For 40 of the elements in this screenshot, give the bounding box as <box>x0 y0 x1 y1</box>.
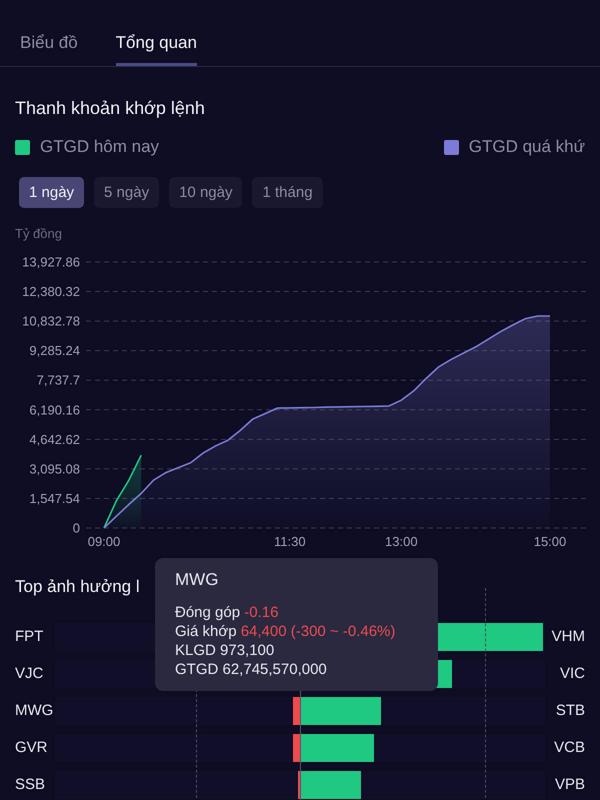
legend-label: GTGD quá khứ <box>468 137 585 157</box>
stock-symbol: GVR <box>15 739 49 756</box>
y-tick-label: 7,737.7 <box>36 372 80 388</box>
section-title: Top ảnh hưởng l <box>15 576 140 598</box>
tooltip-line: Giá khớp 64,400 (-300 ~ -0.46%) <box>175 622 396 641</box>
period-button[interactable]: 5 ngày <box>94 177 160 208</box>
x-tick-label: 11:30 <box>274 534 306 549</box>
stock-symbol: VHM <box>550 628 585 645</box>
stock-symbol: MWG <box>15 702 54 719</box>
y-tick-label: 0 <box>72 520 80 536</box>
y-tick-label: 4,642.62 <box>29 432 80 447</box>
tooltip-title: MWG <box>175 570 220 590</box>
stock-symbol: VPB <box>554 776 585 793</box>
y-tick-label: 13,927.86 <box>22 254 80 270</box>
stock-symbol: FPT <box>15 628 44 645</box>
x-tick-label: 13:00 <box>385 534 418 549</box>
stock-symbol: VJC <box>15 665 44 682</box>
tab[interactable]: Biểu đồ <box>20 33 78 66</box>
y-tick-label: 9,285.24 <box>29 343 80 358</box>
period-button[interactable]: 1 ngày <box>19 177 84 208</box>
tooltip-line: Đóng góp -0.16 <box>175 603 280 622</box>
stock-symbol: VIC <box>558 665 585 682</box>
y-tick-label: 12,380.32 <box>22 284 80 300</box>
tooltip-line: GTGD 62,745,570,000 <box>175 660 328 679</box>
x-tick-label: 09:00 <box>88 534 120 549</box>
y-tick-label: 6,190.16 <box>29 402 80 418</box>
tooltip-line: KLGD 973,100 <box>175 641 276 660</box>
y-tick-label: 1,547.54 <box>29 490 80 506</box>
tab[interactable]: Tổng quan <box>116 33 197 66</box>
legend-label: GTGD hôm nay <box>40 137 160 157</box>
y-tick-label: 10,832.78 <box>22 314 80 329</box>
section-title: Thanh khoản khớp lệnh <box>14 97 206 119</box>
y-tick-label: 3,095.08 <box>29 461 80 476</box>
stock-symbol: STB <box>554 702 585 719</box>
stock-symbol: SSB <box>15 776 46 793</box>
stock-symbol: VCB <box>553 739 585 756</box>
x-tick-label: 15:00 <box>534 534 566 549</box>
period-button[interactable]: 1 tháng <box>252 177 323 208</box>
axis-unit-label: Tỷ đồng <box>15 226 62 241</box>
period-button[interactable]: 10 ngày <box>169 177 242 208</box>
